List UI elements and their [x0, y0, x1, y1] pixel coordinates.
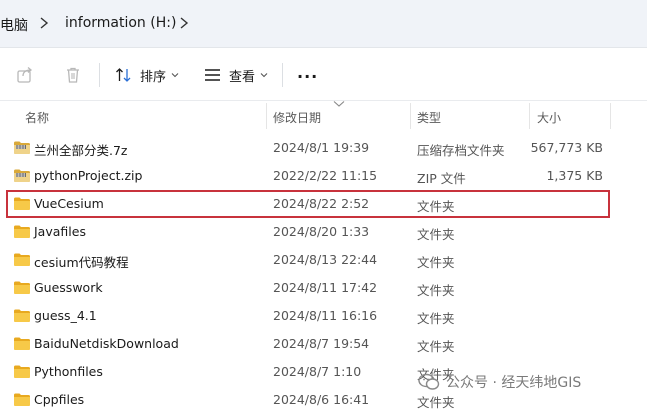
file-type: 文件夹: [417, 227, 455, 242]
chevron-down-icon: [171, 73, 179, 78]
file-modified: 2024/8/11 16:16: [273, 308, 378, 323]
folder-icon: [14, 309, 30, 322]
file-name: BaiduNetdiskDownload: [34, 336, 179, 351]
column-header-modified[interactable]: 修改日期: [273, 109, 321, 126]
folder-icon: [14, 225, 30, 238]
folder-icon: [14, 253, 30, 266]
file-type: 文件夹: [417, 255, 455, 270]
file-name: Javafiles: [34, 224, 86, 239]
file-type: 文件夹: [417, 199, 455, 214]
file-row[interactable]: BaiduNetdiskDownload 2024/8/7 19:54 文件夹: [6, 330, 610, 358]
file-name: VueCesium: [34, 196, 104, 211]
sort-descending-icon: [333, 101, 345, 107]
file-row[interactable]: cesium代码教程 2024/8/13 22:44 文件夹: [6, 246, 610, 274]
file-row[interactable]: pythonProject.zip 2022/2/22 11:15 ZIP 文件 1,…: [6, 162, 610, 190]
file-modified: 2022/2/22 11:15: [273, 168, 378, 183]
share-icon[interactable]: [16, 66, 34, 84]
file-name: cesium代码教程: [34, 255, 129, 270]
file-modified: 2024/8/7 19:54: [273, 336, 370, 351]
file-type: 文件夹: [417, 283, 455, 298]
chevron-right-icon[interactable]: [38, 16, 50, 30]
folder-icon: [14, 337, 30, 350]
column-divider[interactable]: [610, 103, 611, 129]
file-modified: 2024/8/7 1:10: [273, 364, 362, 379]
file-type: ZIP 文件: [417, 171, 466, 186]
file-row[interactable]: VueCesium 2024/8/22 2:52 文件夹: [6, 190, 610, 218]
file-name: Cppfiles: [34, 392, 85, 407]
breadcrumb-item-drive[interactable]: information (H:): [65, 15, 176, 31]
file-type: 文件夹: [417, 311, 455, 326]
column-divider[interactable]: [266, 103, 267, 129]
column-header: 名称 修改日期 类型 大小: [0, 101, 647, 131]
more-options-button[interactable]: ...: [297, 63, 318, 82]
watermark-text: 公众号 · 经天纬地GIS: [446, 375, 582, 391]
file-name: 兰州全部分类.7z: [34, 143, 128, 158]
column-divider[interactable]: [529, 103, 530, 129]
zip-archive-icon: [14, 169, 30, 182]
wechat-icon: [418, 373, 440, 390]
sort-button[interactable]: 排序: [115, 64, 179, 86]
watermark: 公众号 · 经天纬地GIS: [418, 372, 581, 392]
file-row[interactable]: Guesswork 2024/8/11 17:42 文件夹: [6, 274, 610, 302]
file-name: Pythonfiles: [34, 364, 103, 379]
file-name: guess_4.1: [34, 308, 97, 323]
file-row[interactable]: Javafiles 2024/8/20 1:33 文件夹: [6, 218, 610, 246]
folder-icon: [14, 365, 30, 378]
chevron-down-icon: [260, 73, 268, 78]
folder-icon: [14, 281, 30, 294]
column-header-type[interactable]: 类型: [417, 109, 441, 126]
file-type: 文件夹: [417, 339, 455, 354]
file-size: 567,773 KB: [530, 140, 603, 155]
toolbar-divider: [282, 63, 283, 87]
command-bar: 排序 查看 ...: [0, 49, 647, 101]
zip-archive-icon: [14, 141, 30, 154]
file-type: 文件夹: [417, 395, 455, 410]
file-row[interactable]: 兰州全部分类.7z 2024/8/1 19:39 压缩存档文件夹 567,773 KB: [6, 134, 610, 162]
folder-icon: [14, 197, 30, 210]
file-size: 1,375 KB: [546, 168, 603, 183]
sort-label: 排序: [140, 69, 167, 85]
column-header-size[interactable]: 大小: [537, 109, 561, 126]
file-modified: 2024/8/22 2:52: [273, 196, 370, 211]
delete-icon[interactable]: [64, 66, 82, 84]
file-modified: 2024/8/11 17:42: [273, 280, 378, 295]
chevron-right-icon[interactable]: [178, 16, 190, 30]
column-header-name[interactable]: 名称: [25, 109, 49, 126]
file-modified: 2024/8/1 19:39: [273, 140, 370, 155]
view-button[interactable]: 查看: [204, 64, 268, 86]
file-name: Guesswork: [34, 280, 103, 295]
file-name: pythonProject.zip: [34, 168, 143, 183]
view-label: 查看: [229, 69, 256, 85]
file-type: 压缩存档文件夹: [417, 143, 505, 158]
sort-icon: [116, 68, 131, 82]
column-divider[interactable]: [410, 103, 411, 129]
toolbar-divider: [99, 63, 100, 87]
file-modified: 2024/8/20 1:33: [273, 224, 370, 239]
file-modified: 2024/8/13 22:44: [273, 252, 378, 267]
address-bar[interactable]: 电脑 information (H:): [0, 0, 647, 48]
file-modified: 2024/8/6 16:41: [273, 392, 370, 407]
breadcrumb-item-computer[interactable]: 电脑: [0, 15, 28, 35]
file-row[interactable]: guess_4.1 2024/8/11 16:16 文件夹: [6, 302, 610, 330]
folder-icon: [14, 393, 30, 406]
view-list-icon: [205, 69, 220, 81]
